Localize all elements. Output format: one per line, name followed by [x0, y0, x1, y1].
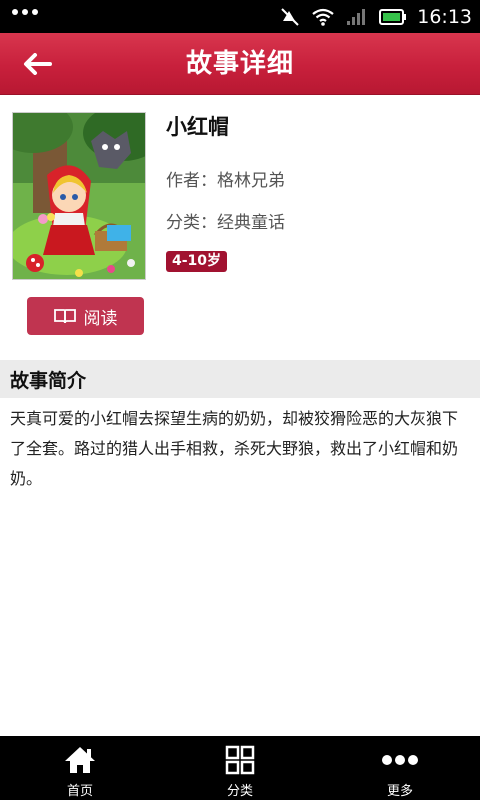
home-icon	[65, 747, 95, 773]
nav-label-category: 分类	[226, 784, 253, 799]
back-button[interactable]	[18, 45, 58, 83]
open-book-icon	[53, 309, 76, 324]
nav-item-home[interactable]: 首页	[0, 736, 160, 800]
wifi-icon	[312, 8, 334, 26]
mute-icon	[281, 8, 299, 26]
back-arrow-icon	[24, 53, 52, 75]
book-author: 作者：格林兄弟	[166, 171, 285, 191]
battery-icon	[379, 9, 407, 25]
nav-label-more: 更多	[386, 784, 413, 799]
status-icons: 16:13	[279, 4, 472, 30]
notification-dots-icon	[12, 9, 38, 15]
book-cover-image	[12, 112, 146, 280]
signal-icon	[347, 9, 366, 25]
read-button[interactable]: 阅读	[27, 297, 144, 335]
page-title: 故事详细	[185, 49, 294, 79]
grid-icon	[225, 745, 255, 775]
age-range-badge: 4-10岁	[166, 251, 228, 272]
nav-item-more[interactable]: 更多	[320, 736, 480, 800]
read-button-label: 阅读	[83, 308, 118, 329]
summary-heading: 故事简介	[10, 370, 87, 392]
summary-text: 天真可爱的小红帽去探望生病的奶奶，却被狡猾险恶的大灰狼下了全套。路过的猎人出手相…	[10, 409, 459, 488]
book-title: 小红帽	[166, 115, 229, 139]
nav-item-category[interactable]: 分类	[160, 736, 320, 800]
status-time: 16:13	[417, 6, 472, 28]
status-bar: 16:13	[0, 0, 480, 33]
summary-section-header: 故事简介	[0, 360, 480, 398]
bottom-nav: 首页 分类 更多	[0, 736, 480, 800]
more-dots-icon	[382, 755, 418, 765]
nav-label-home: 首页	[66, 784, 93, 799]
book-category: 分类：经典童话	[166, 213, 285, 233]
header-bar: 故事详细	[0, 33, 480, 95]
